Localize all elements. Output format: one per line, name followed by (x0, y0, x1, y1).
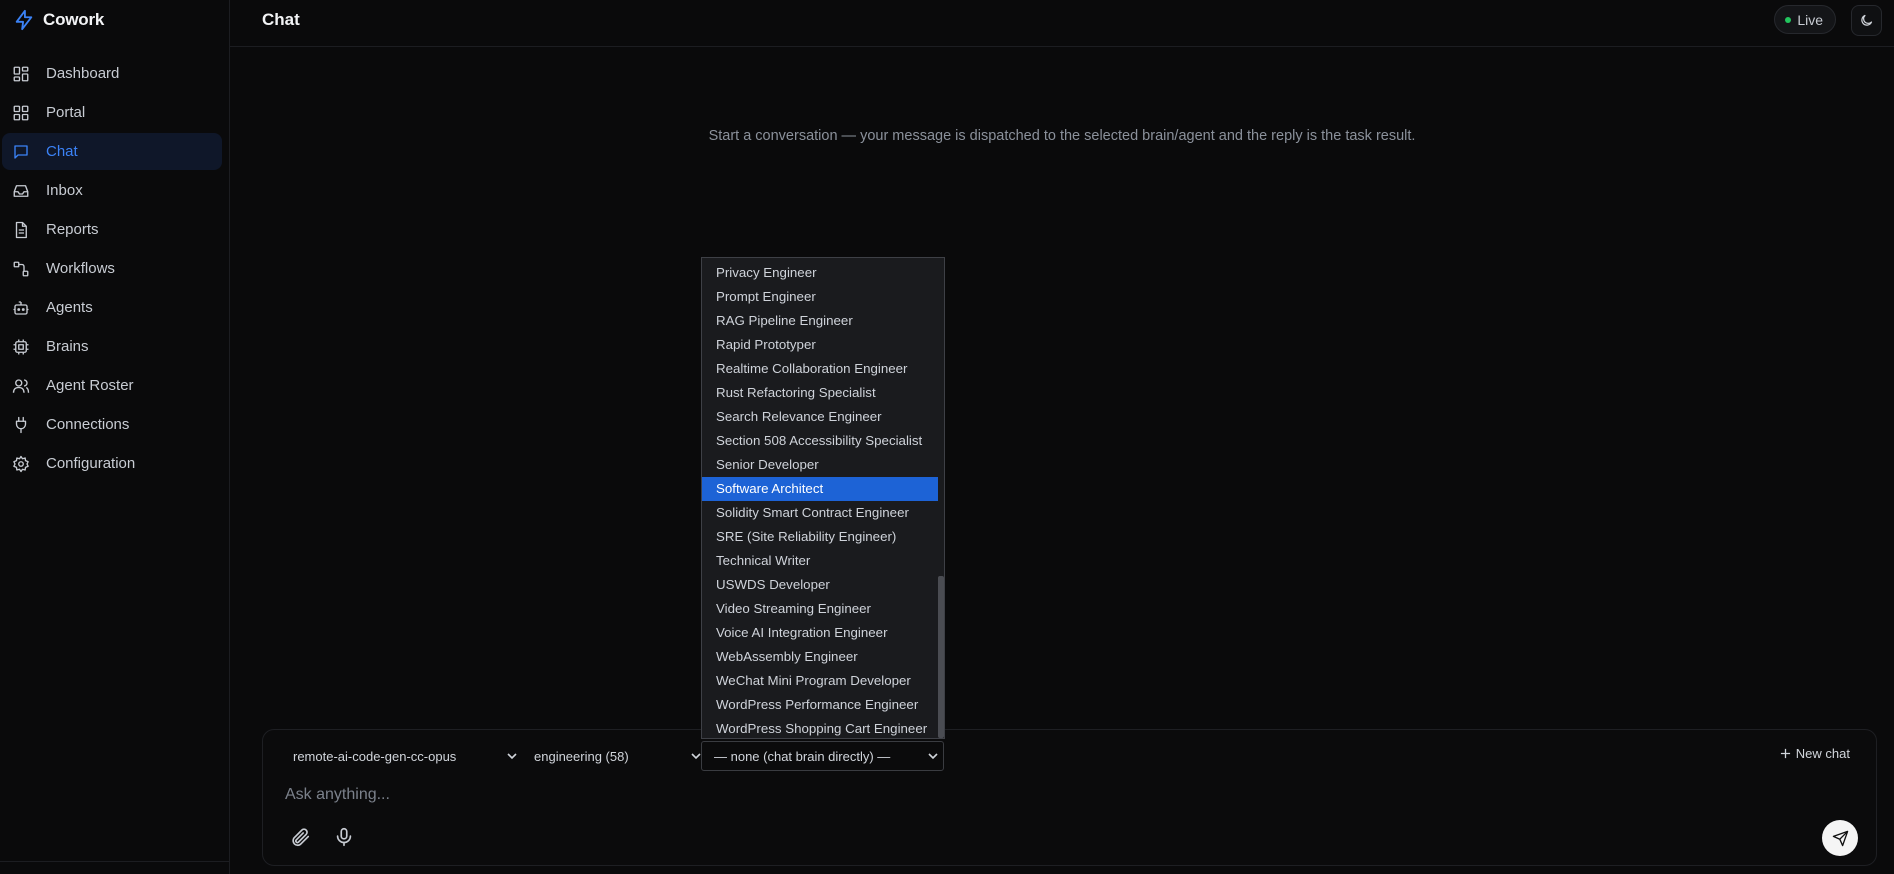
sidebar-item-dashboard[interactable]: Dashboard (2, 55, 222, 92)
workflows-icon (12, 260, 30, 278)
moon-icon (1861, 14, 1873, 26)
agent-option[interactable]: Privacy Engineer (702, 261, 939, 285)
department-select-value: engineering (58) (534, 748, 629, 764)
agent-option[interactable]: Rapid Prototyper (702, 333, 939, 357)
theme-toggle-button[interactable] (1851, 5, 1882, 36)
agent-option[interactable]: SRE (Site Reliability Engineer) (702, 525, 939, 549)
bolt-icon (15, 9, 33, 31)
sidebar: Cowork Dashboard Portal Chat Inbox Repor… (0, 0, 230, 874)
plug-icon (12, 416, 30, 434)
sidebar-nav: Dashboard Portal Chat Inbox Reports Work… (0, 55, 230, 484)
live-status-badge: Live (1774, 5, 1836, 34)
sidebar-item-agents[interactable]: Agents (2, 289, 222, 326)
agent-option[interactable]: Technical Writer (702, 549, 939, 573)
send-button[interactable] (1822, 820, 1858, 856)
agent-option[interactable]: Voice AI Integration Engineer (702, 621, 939, 645)
agent-option[interactable]: USWDS Developer (702, 573, 939, 597)
agent-option[interactable]: WebAssembly Engineer (702, 645, 939, 669)
agent-option[interactable]: Section 508 Accessibility Specialist (702, 429, 939, 453)
portal-icon (12, 104, 30, 122)
sidebar-item-configuration[interactable]: Configuration (2, 445, 222, 482)
dashboard-icon (12, 65, 30, 83)
sidebar-item-label: Workflows (46, 260, 115, 277)
agent-option[interactable]: Search Relevance Engineer (702, 405, 939, 429)
sidebar-item-label: Configuration (46, 455, 136, 472)
brand[interactable]: Cowork (13, 8, 104, 32)
model-select-value: remote-ai-code-gen-cc-opus (293, 748, 457, 764)
sidebar-item-reports[interactable]: Reports (2, 211, 222, 248)
reports-icon (12, 221, 30, 239)
sidebar-item-label: Dashboard (46, 65, 120, 82)
sidebar-item-label: Connections (46, 416, 130, 433)
cpu-icon (12, 338, 30, 356)
sidebar-item-brains[interactable]: Brains (2, 328, 222, 365)
sidebar-item-connections[interactable]: Connections (2, 406, 222, 443)
empty-state-message: Start a conversation — your message is d… (708, 128, 1416, 144)
sidebar-item-label: Brains (46, 338, 89, 355)
agent-select[interactable]: — none (chat brain directly) — (701, 741, 944, 771)
sidebar-item-label: Inbox (46, 182, 83, 199)
chat-composer: remote-ai-code-gen-cc-opus engineering (… (262, 729, 1877, 866)
new-chat-label: New chat (1795, 746, 1850, 761)
department-select[interactable]: engineering (58) (534, 742, 702, 770)
agent-option[interactable]: WordPress Shopping Cart Engineer (702, 717, 939, 738)
agent-option[interactable]: Realtime Collaboration Engineer (702, 357, 939, 381)
agent-option[interactable]: Senior Developer (702, 453, 939, 477)
new-chat-button[interactable]: New chat (1780, 746, 1850, 761)
sidebar-item-portal[interactable]: Portal (2, 94, 222, 131)
agent-option[interactable]: WeChat Mini Program Developer (702, 669, 939, 693)
chevron-down-icon (928, 753, 938, 760)
app-name: Cowork (43, 10, 105, 29)
bot-icon (12, 299, 30, 317)
agent-option[interactable]: Prompt Engineer (702, 285, 939, 309)
paperclip-icon (292, 828, 310, 847)
model-select[interactable]: remote-ai-code-gen-cc-opus (293, 742, 518, 770)
sidebar-item-agent-roster[interactable]: Agent Roster (2, 367, 222, 404)
scrollbar-thumb[interactable] (938, 576, 944, 738)
live-label: Live (1797, 11, 1823, 28)
agent-select-value: — none (chat brain directly) — (714, 748, 891, 764)
page-title: Chat (262, 10, 300, 29)
agent-option-list: Privacy Engineer Prompt Engineer RAG Pipel… (702, 261, 939, 738)
chevron-down-icon (507, 753, 517, 760)
plus-icon (1780, 748, 1790, 759)
agent-option[interactable]: RAG Pipeline Engineer (702, 309, 939, 333)
live-dot-icon (1785, 16, 1792, 23)
dropdown-scrollbar[interactable] (938, 258, 944, 738)
sidebar-item-label: Chat (46, 143, 78, 160)
send-icon (1832, 830, 1848, 846)
gear-icon (12, 455, 30, 473)
sidebar-item-label: Portal (46, 104, 86, 121)
sidebar-item-label: Reports (46, 221, 99, 238)
users-icon (12, 377, 30, 395)
message-input[interactable] (285, 782, 1785, 808)
sidebar-item-label: Agents (46, 299, 93, 316)
attach-button[interactable] (289, 826, 311, 848)
inbox-icon (12, 182, 30, 200)
microphone-icon (336, 827, 352, 847)
agent-option[interactable]: Video Streaming Engineer (702, 597, 939, 621)
sidebar-item-inbox[interactable]: Inbox (2, 172, 222, 209)
agent-option[interactable]: WordPress Performance Engineer (702, 693, 939, 717)
sidebar-item-chat[interactable]: Chat (2, 133, 222, 170)
top-header: Chat Live (230, 0, 1894, 47)
chat-icon (12, 143, 30, 161)
agent-option[interactable]: Software Architect (702, 477, 939, 501)
agent-dropdown-list[interactable]: Privacy Engineer Prompt Engineer RAG Pipel… (701, 257, 945, 739)
sidebar-item-workflows[interactable]: Workflows (2, 250, 222, 287)
agent-option[interactable]: Solidity Smart Contract Engineer (702, 501, 939, 525)
sidebar-item-label: Agent Roster (46, 377, 134, 394)
agent-option[interactable]: Rust Refactoring Specialist (702, 381, 939, 405)
sidebar-divider (0, 861, 230, 862)
microphone-button[interactable] (333, 826, 355, 848)
